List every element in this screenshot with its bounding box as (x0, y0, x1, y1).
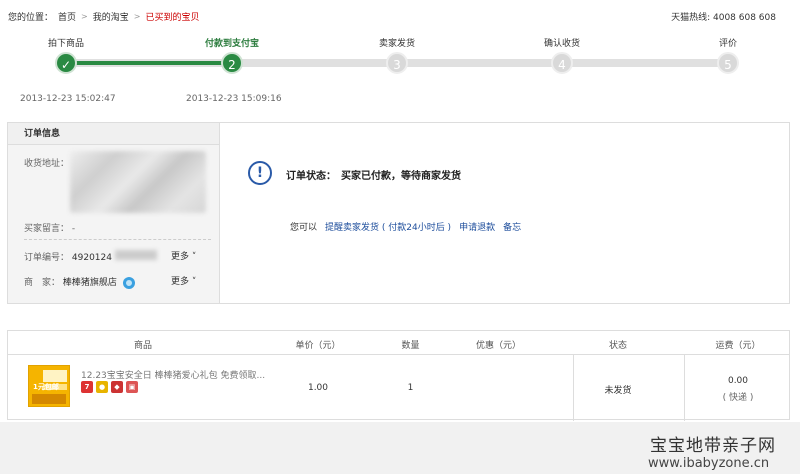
message-value: - (71, 224, 76, 234)
header-qty: 数量 (401, 341, 420, 351)
memo-link[interactable]: 备忘 (503, 220, 521, 233)
order-status-panel: ! 订单状态： 买家已付款，等待商家发货 您可以 提醒卖家发货 ( 付款24小时… (220, 123, 789, 303)
header-product: 商品 (133, 341, 152, 351)
seven-day-return-icon[interactable]: 7 (81, 381, 93, 393)
breadcrumb-prefix: 您的位置： (8, 12, 54, 23)
step-node-2: 2 (221, 52, 243, 74)
step-node-5: 5 (717, 52, 739, 74)
shipping-method: ( 快递 ) (722, 393, 754, 403)
step-label-3: 卖家发货 (378, 39, 415, 49)
order-number-row: 订单编号： 4920124 (24, 250, 112, 263)
address-label: 收货地址： (24, 159, 70, 169)
step-label-5: 评价 (718, 39, 737, 49)
chevron-right-icon: > (133, 11, 141, 21)
order-number-value: 4920124 (71, 253, 112, 263)
chevron-down-icon: ˅ (189, 252, 197, 262)
service-badge-icon[interactable]: ● (96, 381, 108, 393)
table-header: 商品 单价（元） 数量 优惠（元） 状态 运费（元） (8, 331, 789, 355)
breadcrumb: 您的位置： 首页 > 我的淘宝 > 已买到的宝贝 (8, 10, 199, 23)
step-label-4: 确认收货 (543, 39, 580, 49)
hotline-text: 天猫热线: 4008 608 608 (671, 12, 776, 23)
credit-card-icon[interactable]: ▣ (126, 381, 138, 393)
actions-label: 您可以 (290, 223, 318, 233)
order-actions: 您可以 提醒卖家发货 ( 付款24小时后 ) 申请退款 备忘 (290, 220, 521, 233)
product-table: 商品 单价（元） 数量 优惠（元） 状态 运费（元） 1元包邮 12.23宝宝安… (7, 330, 790, 421)
step-node-4: 4 (551, 52, 573, 74)
seller-link[interactable]: 棒棒猪旗舰店 (63, 278, 117, 288)
product-image[interactable]: 1元包邮 (28, 365, 70, 407)
breadcrumb-mytaobao-link[interactable]: 我的淘宝 (93, 10, 129, 23)
order-progress: 拍下商品 付款到支付宝 卖家发货 确认收货 评价 ✓ 2 3 4 5 2013-… (0, 30, 800, 110)
product-image-text: 1元包邮 (33, 383, 59, 391)
chevron-down-icon: ˅ (189, 277, 197, 287)
breadcrumb-current: 已买到的宝贝 (145, 12, 200, 23)
order-info-title: 订单信息 (8, 123, 219, 145)
step-time-1: 2013-12-23 15:02:47 (20, 94, 116, 104)
unit-price: 1.00 (307, 383, 329, 393)
seller-row: 商 家： 棒棒猪旗舰店 (24, 275, 135, 289)
quantity: 1 (407, 383, 414, 393)
more-dropdown-1[interactable]: 更多 ˅ (171, 249, 196, 262)
more-label: 更多 (171, 277, 190, 287)
step-node-3: 3 (386, 52, 408, 74)
step-label-2: 付款到支付宝 (204, 39, 259, 49)
more-label: 更多 (171, 252, 190, 262)
divider (684, 355, 685, 421)
progress-track-done (66, 61, 232, 65)
order-info-sidebar: 订单信息 收货地址： 买家留言： - 订单编号： 4920124 更多 ˅ 商 … (8, 123, 220, 303)
shipment-status: 未发货 (604, 386, 632, 396)
more-dropdown-2[interactable]: 更多 ˅ (171, 274, 196, 287)
order-number-label: 订单编号： (24, 253, 70, 263)
breadcrumb-home-link[interactable]: 首页 (58, 10, 76, 23)
step-time-2: 2013-12-23 15:09:16 (186, 94, 282, 104)
remind-seller-link[interactable]: 提醒卖家发货 ( 付款24小时后 ) (325, 220, 451, 233)
info-icon: ! (248, 161, 272, 185)
seller-label: 商 家： (24, 278, 61, 288)
step-node-1-check-icon: ✓ (55, 52, 77, 74)
message-label: 买家留言： (24, 224, 70, 234)
header-status: 状态 (608, 341, 627, 351)
product-title-link[interactable]: 12.23宝宝安全日 棒棒猪爱心礼包 免费领取... (81, 368, 265, 381)
message-row: 买家留言： - (24, 221, 75, 234)
guarantee-icon[interactable]: ◆ (111, 381, 123, 393)
wangwang-chat-icon[interactable] (122, 276, 135, 289)
watermark-url: www.ibabyzone.cn (648, 456, 770, 471)
header-price: 单价（元） (295, 341, 341, 351)
order-status-text: 订单状态： 买家已付款，等待商家发货 (286, 171, 461, 182)
chevron-right-icon: > (81, 11, 88, 21)
address-redacted (70, 151, 206, 213)
divider (573, 355, 574, 421)
shipping-fee: 0.00 (727, 376, 749, 386)
order-info-panel: 订单信息 收货地址： 买家留言： - 订单编号： 4920124 更多 ˅ 商 … (7, 122, 790, 304)
top-bar: 您的位置： 首页 > 我的淘宝 > 已买到的宝贝 天猫热线: 4008 608 … (8, 9, 776, 23)
divider (24, 239, 211, 240)
order-number-redacted (115, 250, 157, 260)
header-discount: 优惠（元） (475, 341, 521, 351)
header-shipping: 运费（元） (715, 341, 761, 351)
request-refund-link[interactable]: 申请退款 (459, 220, 495, 233)
service-badges: 7 ● ◆ ▣ (81, 381, 138, 393)
watermark-title: 宝宝地带亲子网 (650, 436, 776, 456)
step-label-1: 拍下商品 (47, 39, 84, 49)
